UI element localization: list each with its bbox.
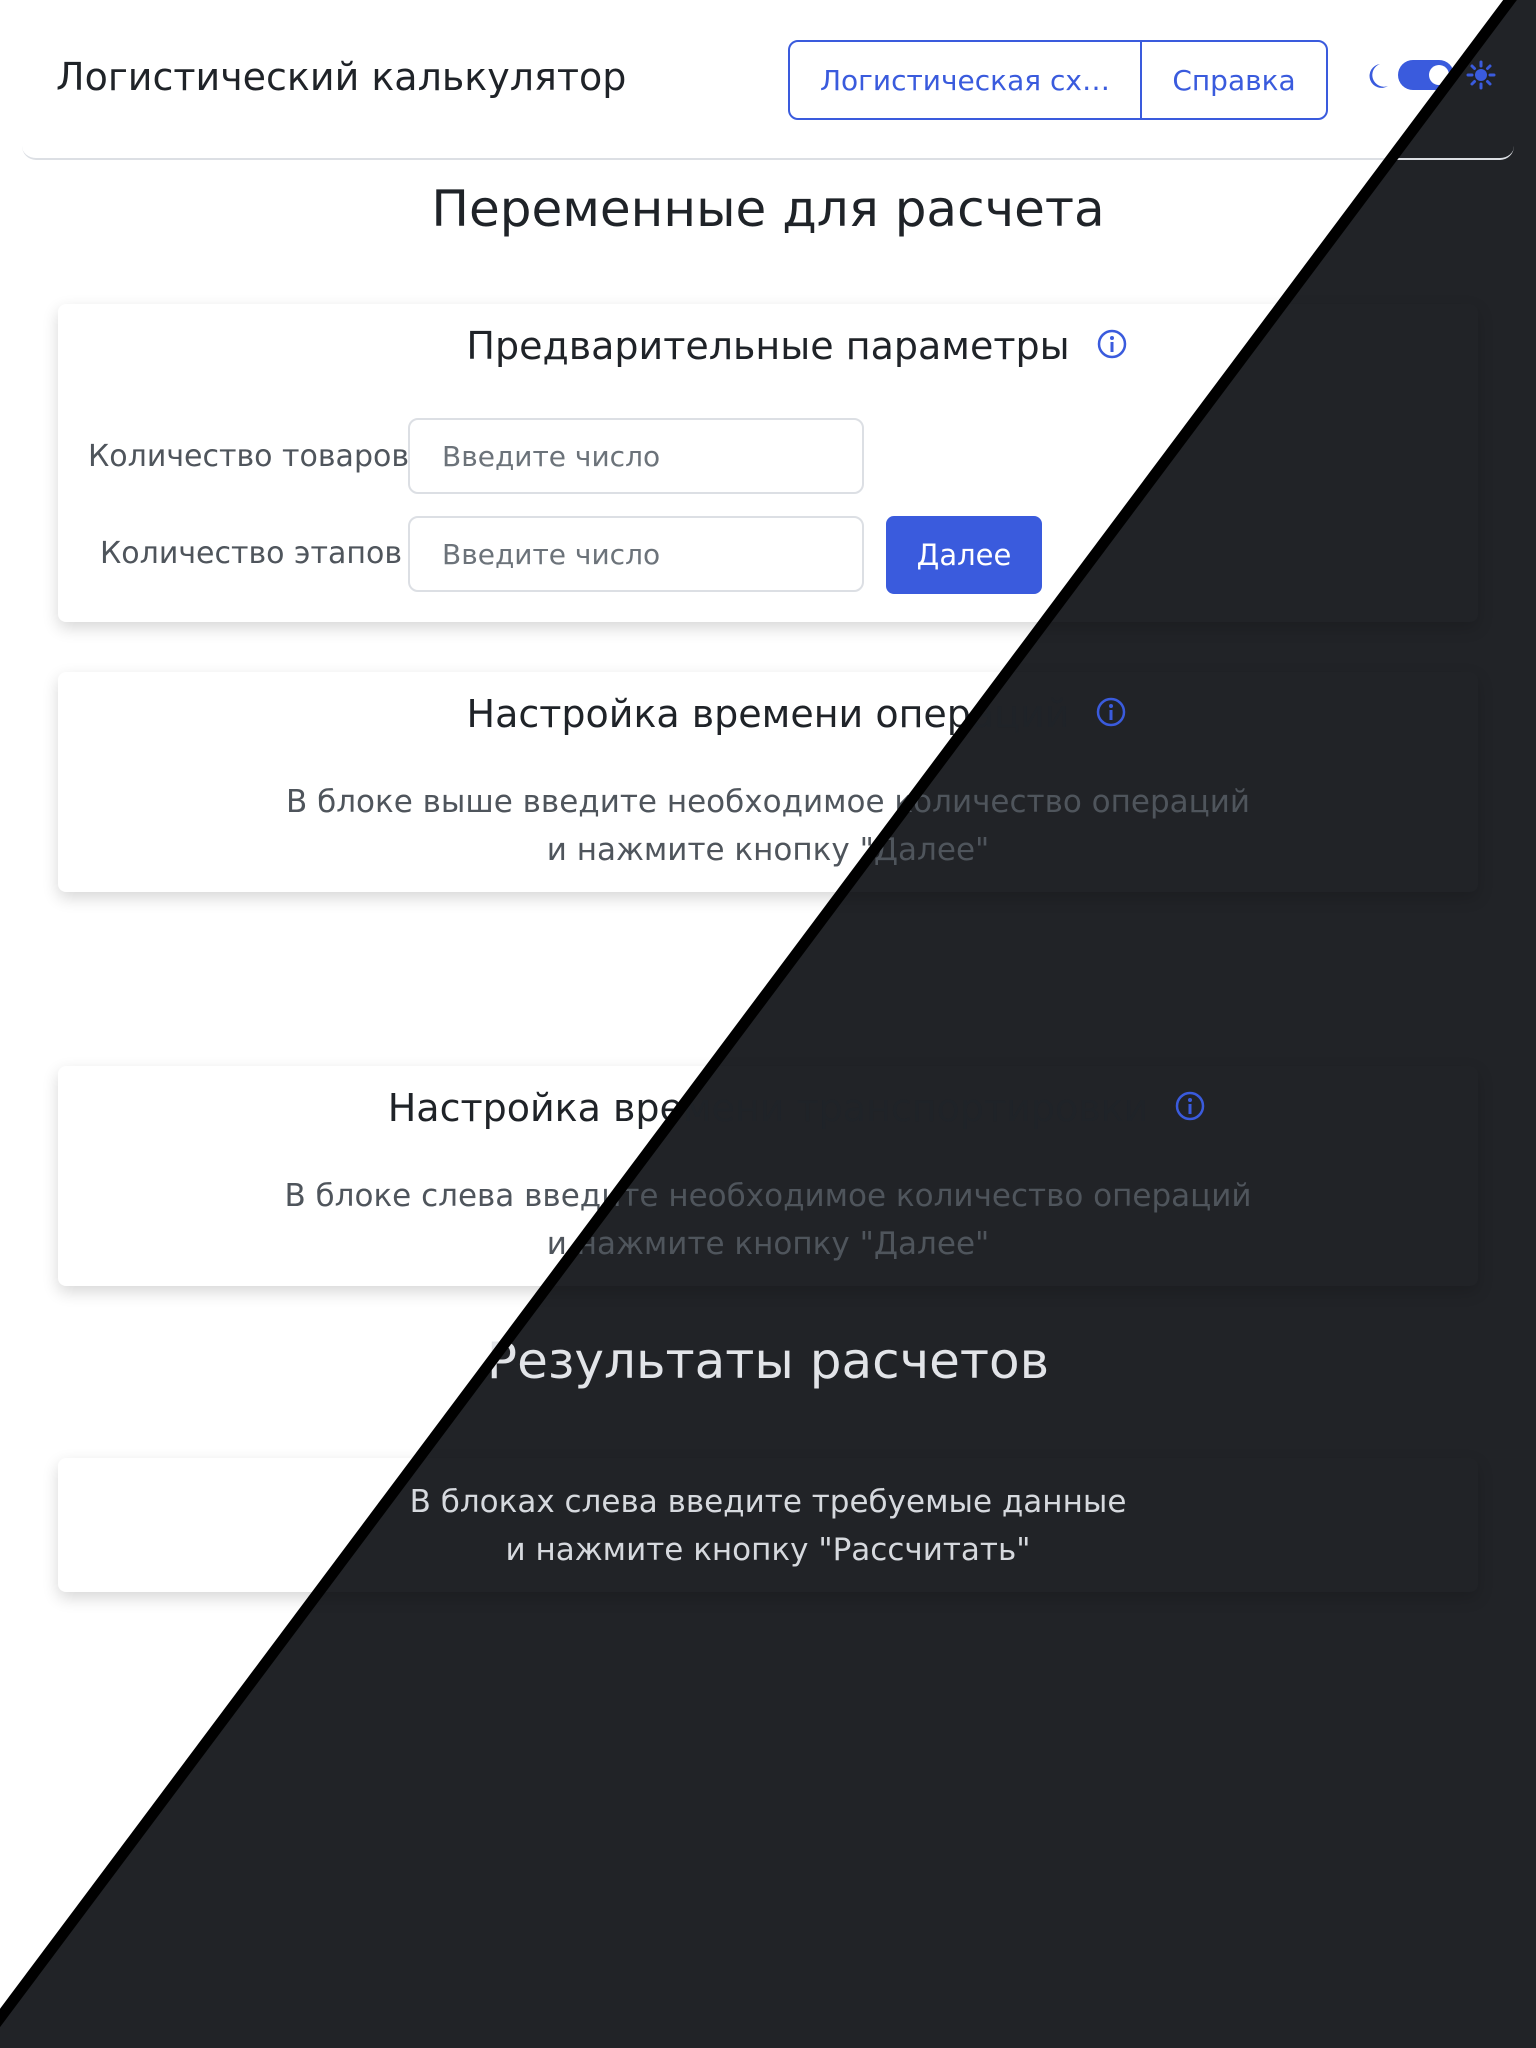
page-content: Логистический калькулятор Логистическая … (0, 0, 1536, 2048)
op-time-title-wrap: Настройка времени операций (466, 692, 1126, 736)
op-time-hint-line1: В блоке выше введите необходимое количес… (285, 784, 1251, 820)
op-time-hint: В блоке выше введите необходимое количес… (58, 778, 1478, 874)
stages-count-label: Количество этапов (100, 536, 403, 571)
pre-params-title: Предварительные параметры (466, 324, 1070, 368)
next-button[interactable]: Далее (886, 516, 1042, 594)
theme-toggle[interactable] (1398, 60, 1454, 90)
pre-params-title-row: Предварительные параметры (58, 324, 1478, 368)
op-time-title-row: Настройка времени операций (58, 692, 1478, 736)
results-hint-line2: и нажмите кнопку "Рассчитать" (505, 1532, 1031, 1568)
stages-count-input[interactable] (408, 516, 864, 592)
transport-time-hint: В блоке слева введите необходимое количе… (58, 1172, 1478, 1268)
app-title: Логистический калькулятор (56, 55, 627, 99)
results-section-title: Результаты расчетов (486, 1332, 1050, 1390)
transport-time-hint-line2: и нажмите кнопку "Далее" (546, 1226, 990, 1262)
results-card: В блоках слева введите требуемые данные … (58, 1458, 1478, 1592)
results-hint: В блоках слева введите требуемые данные … (58, 1478, 1478, 1574)
transport-time-hint-line1: В блоке слева введите необходимое количе… (284, 1178, 1252, 1214)
help-button[interactable]: Справка (1142, 42, 1326, 118)
goods-count-label: Количество товаров (88, 439, 410, 474)
nav-button-group: Логистическая схе... Справка (788, 40, 1328, 120)
op-time-card: Настройка времени операций В блоке выше … (58, 672, 1478, 892)
transport-time-title-wrap: Настройка времени транспортировки (387, 1086, 1205, 1130)
transport-time-title-row: Настройка времени транспортировки (58, 1086, 1478, 1130)
transport-time-card: Настройка времени транспортировки В блок… (58, 1066, 1478, 1286)
goods-count-input[interactable] (408, 418, 864, 494)
logistics-scheme-button[interactable]: Логистическая схе... (790, 42, 1142, 118)
info-icon[interactable] (1095, 696, 1127, 728)
info-icon[interactable] (1096, 328, 1128, 360)
op-time-hint-line2: и нажмите кнопку "Далее" (546, 832, 990, 868)
moon-icon (1369, 64, 1388, 88)
pre-params-card: Предварительные параметры Количество тов… (58, 304, 1478, 622)
variables-section-title: Переменные для расчета (431, 180, 1105, 238)
transport-time-title: Настройка времени транспортировки (387, 1086, 1149, 1130)
logistics-scheme-label: Логистическая схе... (820, 63, 1110, 97)
info-icon[interactable] (1174, 1090, 1206, 1122)
op-time-title: Настройка времени операций (466, 692, 1070, 736)
results-hint-line1: В блоках слева введите требуемые данные (409, 1484, 1127, 1520)
pre-params-title-wrap: Предварительные параметры (466, 324, 1126, 368)
sun-icon (1466, 60, 1496, 90)
theme-toggle-knob (1429, 65, 1449, 85)
